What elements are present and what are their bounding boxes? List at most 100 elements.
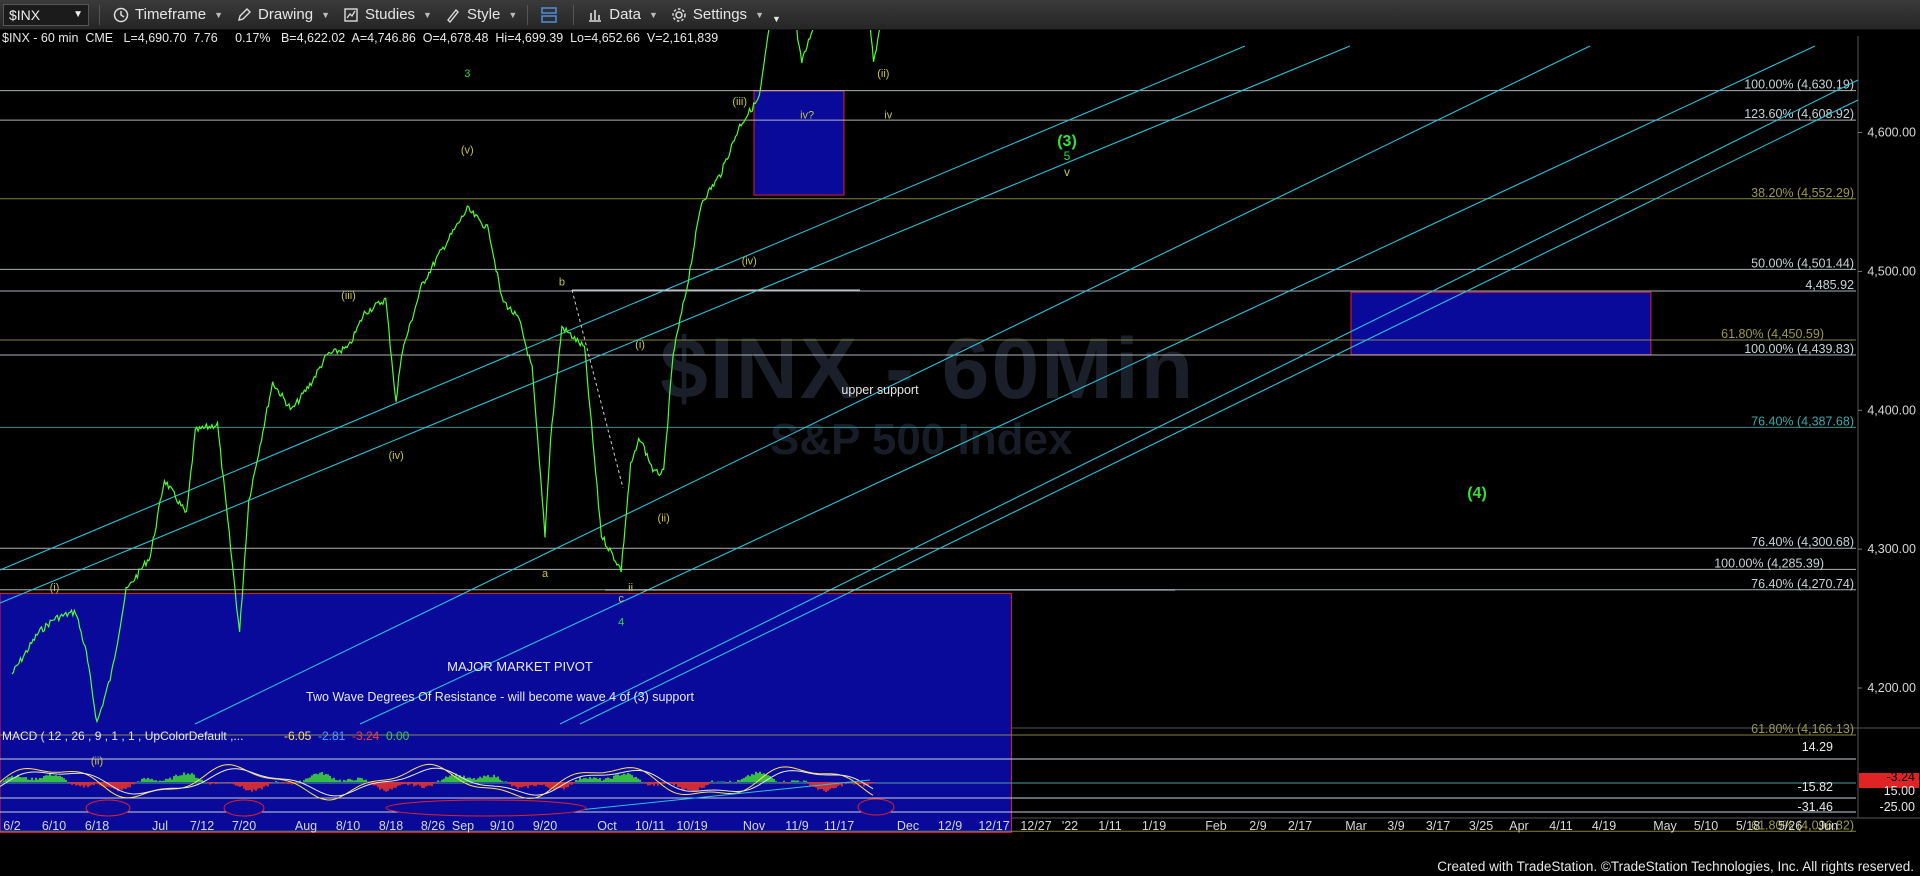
gear-icon — [670, 6, 688, 24]
x-axis-tick-label: 3/9 — [1387, 819, 1404, 833]
fib-level-label: 100.00% (4,439.83) — [1744, 342, 1854, 356]
macd-scale-label: 15.00 — [1884, 784, 1915, 798]
x-axis-tick-label: 1/11 — [1098, 819, 1121, 833]
channel-trend-line[interactable] — [359, 45, 1816, 725]
x-axis-tick-label: 6/2 — [3, 819, 20, 833]
x-axis-tick-label: 11/9 — [785, 819, 808, 833]
fib-level-label: 61.80% (4,096.82) — [1751, 818, 1854, 832]
macd-scale-label: -25.00 — [1880, 800, 1915, 814]
x-axis-tick-label: 8/18 — [379, 819, 403, 833]
wave-label: 3 — [464, 68, 470, 80]
drawing-label: Drawing — [258, 6, 314, 23]
fib-level-label: 100.00% (4,630.19) — [1744, 78, 1854, 92]
target-zone-box[interactable] — [1350, 291, 1652, 356]
x-axis-tick-label: Dec — [897, 819, 919, 833]
wave-label: b — [559, 276, 565, 288]
channel-trend-line[interactable] — [0, 45, 1246, 571]
toolbar-separator — [527, 4, 529, 25]
x-axis-tick-label: 5/10 — [1694, 819, 1718, 833]
layout-icon — [540, 6, 558, 24]
x-axis-tick-label: 6/10 — [42, 819, 66, 833]
fib-level-label: 76.40% (4,387.68) — [1751, 414, 1854, 428]
studies-icon — [342, 6, 360, 24]
fib-level-label: 100.00% (4,285.39) — [1714, 556, 1824, 570]
fib-level-label: 61.80% (4,450.59) — [1721, 327, 1824, 341]
wave-label: c — [618, 593, 624, 605]
wave-label: (v) — [461, 144, 474, 156]
x-axis-tick-label: Sep — [452, 819, 474, 833]
price-axis-area — [1858, 42, 1920, 864]
x-axis-tick-label: 5/26 — [1778, 819, 1802, 833]
caret-down-icon: ▼ — [214, 9, 224, 20]
fib-level-label: 76.40% (4,270.74) — [1751, 577, 1854, 591]
fib-level-label: 38.20% (4,552.29) — [1751, 186, 1854, 200]
symbol-selector[interactable]: $INX ▼ — [3, 3, 89, 26]
macd-highlight-ellipse — [223, 799, 265, 817]
settings-menu[interactable]: Settings ▼ ▼ — [670, 6, 781, 24]
zone-label: upper support — [841, 383, 919, 397]
x-axis-tick-label: Jul — [152, 819, 168, 833]
y-axis-tick-label: 4,200.00 — [1867, 681, 1916, 695]
fib-level-label: 4,485.92 — [1805, 278, 1854, 292]
settings-label: Settings — [692, 6, 748, 23]
x-axis-tick-label: Apr — [1509, 819, 1528, 833]
macd-value: 0.00 — [386, 729, 410, 743]
y-axis-tick-label: 4,400.00 — [1867, 403, 1916, 417]
fib-level-label: 76.40% (4,300.68) — [1751, 535, 1854, 549]
x-axis-tick-label: Nov — [743, 819, 766, 833]
studies-menu[interactable]: Studies ▼ — [342, 6, 432, 24]
wave-label: (iii) — [341, 290, 356, 302]
x-axis-tick-label: 8/10 — [336, 819, 360, 833]
macd-scale-label: -31.46 — [1798, 800, 1833, 814]
x-axis-tick-label: 12/9 — [938, 819, 962, 833]
wave-label: iv? — [800, 110, 814, 122]
x-axis-tick-label: 8/26 — [421, 819, 445, 833]
wave-label: (i) — [50, 582, 60, 594]
x-axis-tick-label: 9/20 — [533, 819, 557, 833]
y-axis-tick-label: 4,600.00 — [1867, 126, 1916, 140]
x-axis-tick-label: Jun — [1818, 819, 1838, 833]
timeframe-label: Timeframe — [135, 6, 207, 23]
studies-label: Studies — [365, 6, 416, 23]
toolbar-separator — [573, 4, 575, 25]
chart-layout-button[interactable] — [540, 6, 563, 24]
x-axis-tick-label: 10/11 — [635, 819, 665, 833]
macd-scale-label: 14.29 — [1802, 740, 1833, 754]
data-label: Data — [609, 6, 641, 23]
x-axis-tick-label: 3/25 — [1469, 819, 1493, 833]
toolbar-separator — [99, 4, 100, 25]
caret-down-icon: ▼ — [508, 9, 518, 20]
macd-scale-label: -15.82 — [1798, 780, 1833, 794]
caret-down-icon: ▼ — [648, 9, 658, 20]
macd-value: -6.05 — [284, 729, 312, 743]
dashed-projection-line — [571, 289, 624, 489]
x-axis-tick-label: 10/19 — [676, 819, 707, 833]
wave-label: (iv) — [389, 450, 404, 462]
x-axis-tick-label: 7/20 — [232, 819, 256, 833]
price-chart[interactable]: 176.40% (4,987.23)123.60% (4,959.71)161.… — [0, 30, 1920, 864]
macd-highlight-ellipse — [85, 799, 131, 817]
y-axis-tick-label: 4,500.00 — [1867, 264, 1916, 278]
x-axis-tick-label: '22 — [1062, 819, 1078, 833]
x-axis-tick-label: 11/17 — [824, 819, 854, 833]
drawing-menu[interactable]: Drawing ▼ — [235, 6, 330, 24]
x-axis-tick-label: May — [1653, 819, 1677, 833]
x-axis-tick-label: 12/17 — [978, 819, 1009, 833]
style-menu[interactable]: Style ▼ — [444, 6, 517, 24]
overflow-caret-icon: ▼ — [771, 13, 781, 24]
x-axis-tick-label: 5/18 — [1736, 819, 1760, 833]
channel-trend-line[interactable] — [0, 45, 1351, 604]
wave-label: (iv) — [742, 255, 757, 267]
wave-label: (ii) — [658, 512, 670, 524]
target-zone-box[interactable] — [753, 90, 845, 196]
x-axis-tick-label: 6/18 — [85, 819, 109, 833]
macd-label: MACD ( 12 , 26 , 9 , 1 , 1 , UpColorDefa… — [2, 729, 243, 743]
zone-label: (4) — [1467, 485, 1487, 502]
wave-label: iv — [884, 110, 892, 122]
toolbar: $INX ▼ Timeframe ▼ Drawing ▼ Studies ▼ S… — [0, 0, 1920, 30]
timeframe-menu[interactable]: Timeframe ▼ — [112, 6, 223, 24]
target-zone-box[interactable] — [0, 593, 1012, 833]
caret-down-icon: ▼ — [423, 9, 432, 20]
wave-label: (iii) — [732, 96, 747, 108]
data-menu[interactable]: Data ▼ — [586, 6, 658, 24]
